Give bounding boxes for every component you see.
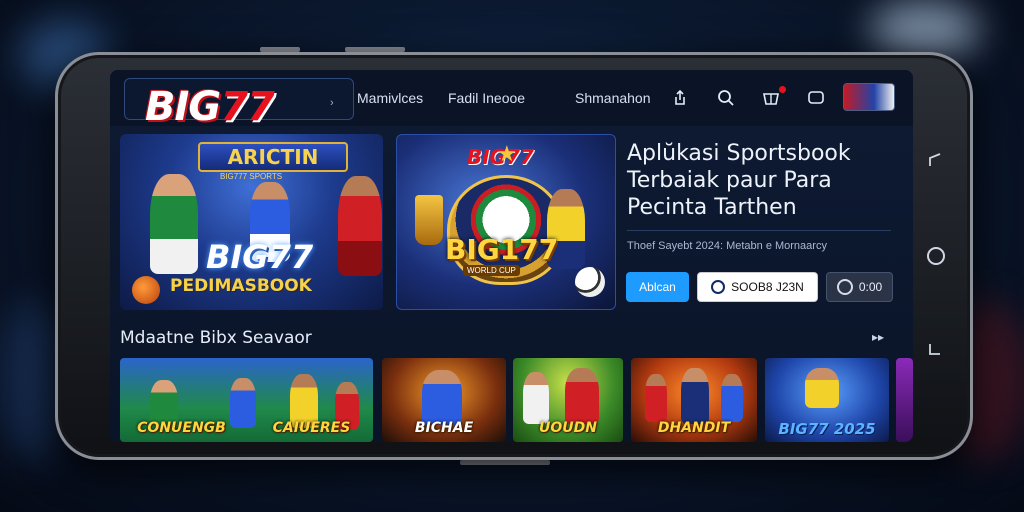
chat-icon[interactable] xyxy=(805,87,827,109)
game-card-1[interactable]: CONUENGB CAIUERES xyxy=(120,358,373,442)
phone-side-button xyxy=(460,460,550,465)
nav-link-1[interactable]: Mamivlces xyxy=(357,90,423,106)
hero-title: Aplŭkasi Sportsbook Terbaiak paur Para P… xyxy=(627,141,851,220)
primary-button[interactable]: Ablcan xyxy=(626,272,689,302)
nav-link-2[interactable]: Fadil Ineooe xyxy=(448,90,525,106)
clock-icon xyxy=(836,279,853,295)
secondary-button[interactable]: SOOB8 J23N xyxy=(697,272,818,302)
section-title: Mdaatne Bibx Seavaor xyxy=(120,328,312,348)
share-icon[interactable] xyxy=(669,87,691,109)
search-icon[interactable] xyxy=(715,87,737,109)
trophy-icon xyxy=(415,195,443,245)
home-icon[interactable] xyxy=(927,247,945,265)
recent-apps-icon[interactable] xyxy=(926,340,944,363)
top-nav: BIG77 › Mamivlces Fadil Ineooe Shmanahon xyxy=(110,70,913,129)
logo: BIG77 xyxy=(145,84,275,130)
notification-dot xyxy=(779,86,786,93)
banner-title: ARICTIN xyxy=(198,142,348,172)
promo-banner-1[interactable]: ARICTIN BIG777 SPORTS BIG77 PEDIMASBOOK xyxy=(120,134,383,310)
game-card-3[interactable]: UOUDN xyxy=(513,358,623,442)
divider xyxy=(627,230,891,231)
hero-description: Thoef Sayebt 2024: Metabn e Mornaarcy xyxy=(627,240,827,252)
ball-icon xyxy=(575,267,605,297)
arrow-icon[interactable]: ▸▸ xyxy=(872,330,884,344)
app-screen: BIG77 › Mamivlces Fadil Ineooe Shmanahon… xyxy=(110,70,913,442)
avatar[interactable] xyxy=(843,83,895,111)
game-card-2[interactable]: BICHAE xyxy=(382,358,506,442)
tertiary-button[interactable]: 0:00 xyxy=(826,272,893,302)
game-card-4[interactable]: DHANDIT xyxy=(631,358,757,442)
badge-icon xyxy=(711,280,726,294)
banner-brand: BIG77 xyxy=(206,238,314,276)
logo-box[interactable]: BIG77 › xyxy=(124,78,354,129)
game-card-6[interactable] xyxy=(896,358,913,442)
promo-banner-2[interactable]: BIG77 ★ BIG177 WORLD CUP xyxy=(396,134,616,310)
banner-footer: PEDIMASBOOK xyxy=(170,276,312,296)
emblem-text: BIG177 xyxy=(445,233,559,266)
ball-icon xyxy=(132,276,160,304)
chevron-icon: › xyxy=(330,97,334,109)
nav-link-3[interactable]: Shmanahon xyxy=(575,90,651,106)
player-figure xyxy=(150,174,198,274)
banner-subtitle: BIG777 SPORTS xyxy=(220,172,283,181)
player-figure xyxy=(338,176,382,276)
back-icon[interactable] xyxy=(926,152,944,175)
star-icon: ★ xyxy=(497,141,517,166)
emblem-ribbon: WORLD CUP xyxy=(463,265,520,276)
game-card-5[interactable]: BIG77 2025 xyxy=(765,358,889,442)
